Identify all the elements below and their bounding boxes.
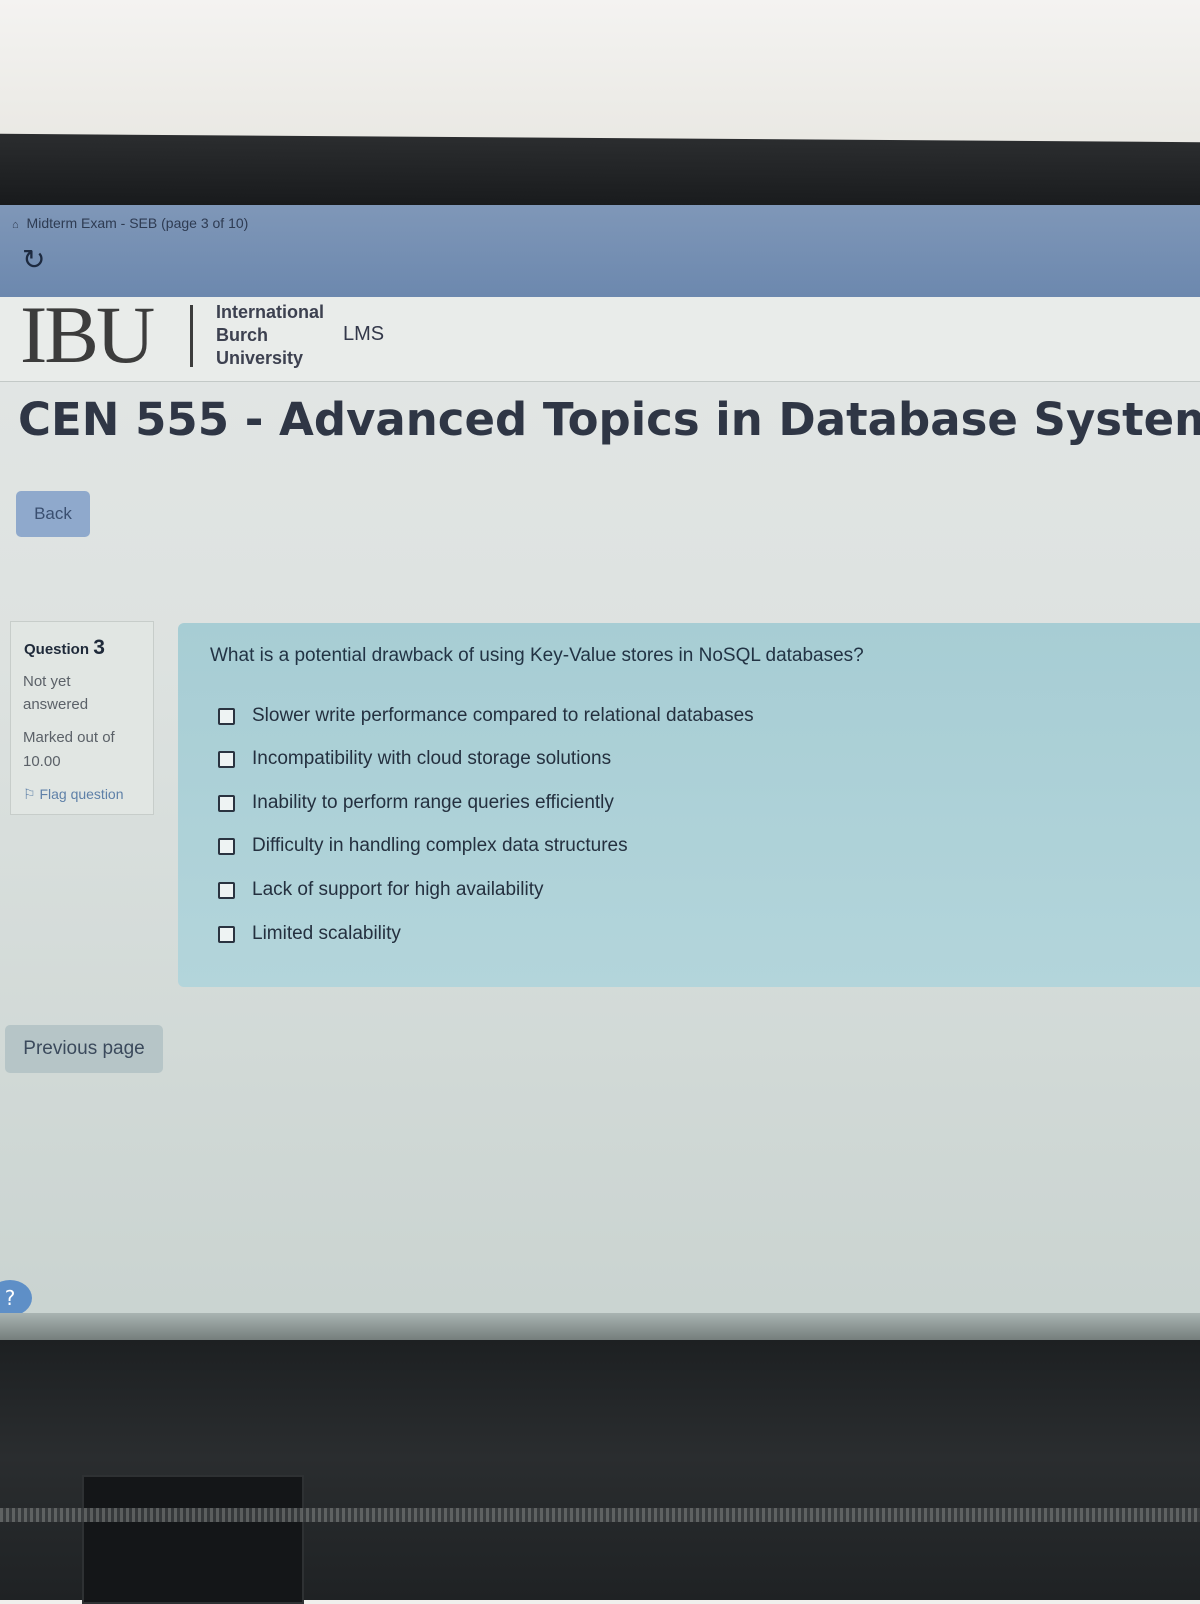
answer-checkbox[interactable] [218, 881, 235, 899]
question-text: What is a potential drawback of using Ke… [210, 645, 864, 666]
back-button[interactable]: Back [16, 491, 90, 537]
exam-browser-icon: ⌂ [12, 219, 19, 231]
site-name[interactable]: LMS [343, 323, 384, 346]
question-label: Question [24, 641, 90, 658]
flag-question-link[interactable]: ⚐ Flag question [23, 786, 124, 803]
ibu-logo[interactable]: IBU [20, 293, 155, 377]
question-content: What is a potential drawback of using Ke… [178, 623, 1200, 987]
answer-label: Incompatibility with cloud storage solut… [252, 748, 612, 769]
question-number: 3 [93, 636, 105, 659]
window-title-wrap: ⌂ Midterm Exam - SEB (page 3 of 10) [12, 215, 248, 231]
window-title: Midterm Exam - SEB (page 3 of 10) [26, 215, 249, 231]
reload-icon[interactable]: ↻ [22, 245, 52, 275]
answer-label: Inability to perform range queries effic… [252, 792, 614, 813]
answer-option-5[interactable]: Lack of support for high availability [218, 875, 544, 905]
previous-page-button[interactable]: Previous page [5, 1025, 163, 1073]
site-header: IBU International Burch University LMS [0, 293, 1200, 382]
question-marks: Marked out of 10.00 [23, 729, 115, 770]
answer-option-2[interactable]: Incompatibility with cloud storage solut… [218, 744, 611, 774]
answer-option-1[interactable]: Slower write performance compared to rel… [218, 701, 754, 731]
page-title: CEN 555 - Advanced Topics in Database Sy… [18, 393, 1200, 446]
answer-option-6[interactable]: Limited scalability [218, 919, 401, 949]
flag-question-label: Flag question [39, 786, 124, 802]
university-name: International Burch University [216, 301, 324, 370]
answer-checkbox[interactable] [218, 837, 235, 855]
answer-option-3[interactable]: Inability to perform range queries effic… [218, 788, 614, 818]
answer-checkbox[interactable] [218, 750, 235, 768]
laptop-keyboard-strip [0, 1508, 1200, 1522]
answer-checkbox[interactable] [218, 925, 235, 943]
answer-option-4[interactable]: Difficulty in handling complex data stru… [218, 831, 628, 861]
logo-line-1: International [216, 302, 325, 322]
flag-icon: ⚐ [23, 786, 36, 802]
question-info-panel: Question 3 Not yet answered Marked out o… [10, 621, 154, 815]
laptop-keyboard-corner [82, 1475, 304, 1604]
background-wall [0, 0, 1200, 150]
answer-checkbox[interactable] [218, 707, 235, 725]
question-state: Not yet answered [23, 673, 89, 713]
logo-line-3: University [216, 348, 304, 368]
answer-label: Difficulty in handling complex data stru… [252, 835, 628, 856]
answer-label: Lack of support for high availability [252, 879, 544, 900]
window-title-bar: ⌂ Midterm Exam - SEB (page 3 of 10) ↻ [0, 205, 1200, 297]
answer-label: Limited scalability [252, 923, 401, 944]
screen: ⌂ Midterm Exam - SEB (page 3 of 10) ↻ IB… [0, 205, 1200, 1345]
answer-label: Slower write performance compared to rel… [252, 705, 754, 726]
answer-checkbox[interactable] [218, 794, 235, 812]
logo-divider [190, 305, 193, 367]
question-number-label: Question 3 [24, 636, 105, 660]
logo-line-2: Burch [216, 325, 269, 345]
help-icon[interactable]: ? [0, 1280, 32, 1316]
